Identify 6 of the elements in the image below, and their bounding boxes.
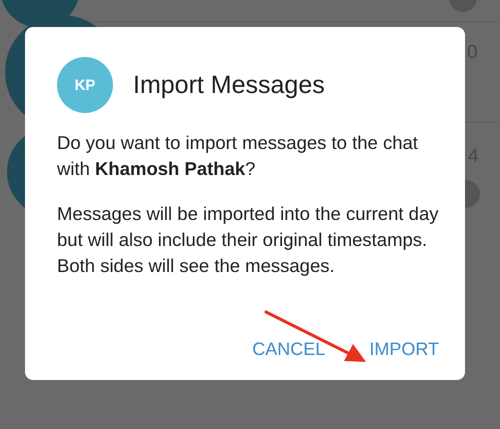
contact-avatar: KP	[57, 57, 113, 113]
dialog-button[interactable]: CANCEL	[248, 336, 330, 362]
dialog-title: Import Messages	[133, 70, 325, 100]
dialog-button[interactable]: IMPORT	[365, 336, 443, 362]
message-text: Do you want to import messages to the chat with Khamosh Pathak?	[57, 131, 419, 181]
message-text: Messages will be imported into the current day but will also include their original timestamps. Both sides will see the messages.	[57, 202, 440, 278]
